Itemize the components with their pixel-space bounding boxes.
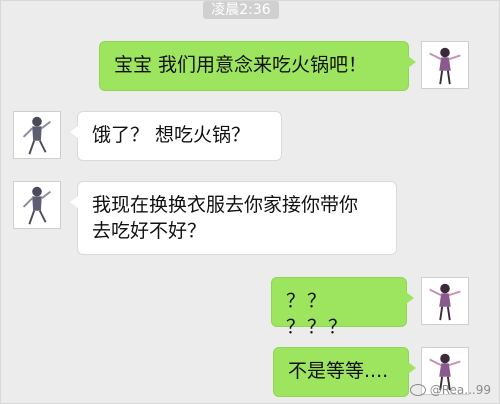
timestamp: 凌晨2:36 <box>203 1 279 19</box>
message-bubble-received[interactable]: 饿了？ 想吃火锅？ <box>70 111 282 161</box>
avatar-other[interactable] <box>13 111 61 159</box>
weibo-icon <box>409 384 426 396</box>
avatar-self[interactable] <box>421 41 469 89</box>
message-bubble-received[interactable]: 我现在换换衣服去你家接你带你 去吃好不好？ <box>70 181 397 255</box>
anime-boy-avatar-icon <box>14 182 60 228</box>
chat-window: 凌晨2:36 宝宝 我们用意念来吃火锅吧！ 饿了？ 想吃火锅？ 我现在换换衣服去… <box>0 0 500 404</box>
message-bubble-sent[interactable]: 宝宝 我们用意念来吃火锅吧！ <box>99 41 416 91</box>
anime-girl-avatar-icon <box>422 42 468 88</box>
watermark-text: @Rea...99 <box>429 383 491 397</box>
anime-boy-avatar-icon <box>14 112 60 158</box>
anime-girl-avatar-icon <box>422 278 468 324</box>
message-bubble-sent[interactable]: 不是等等.... <box>273 347 416 397</box>
watermark: @Rea...99 <box>409 383 491 397</box>
avatar-self[interactable] <box>421 277 469 325</box>
avatar-other[interactable] <box>13 181 61 229</box>
message-bubble-sent[interactable]: ？？ ？？？ <box>271 277 414 338</box>
